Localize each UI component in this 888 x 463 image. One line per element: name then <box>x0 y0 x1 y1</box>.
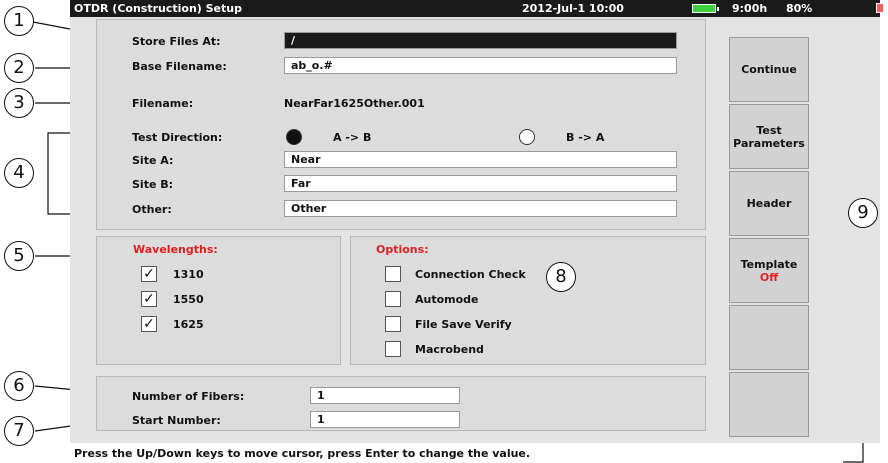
macrobend-checkbox[interactable] <box>385 341 401 357</box>
callout-3: 3 <box>4 88 34 118</box>
callout-2: 2 <box>4 53 34 83</box>
macrobend-label: Macrobend <box>415 343 484 356</box>
window-title: OTDR (Construction) Setup <box>74 2 242 15</box>
callout-4: 4 <box>4 158 34 188</box>
test-parameters-button[interactable]: Test Parameters <box>729 104 809 169</box>
connection-check-label: Connection Check <box>415 268 526 281</box>
callout-7: 7 <box>4 416 34 446</box>
status-bar: OTDR (Construction) Setup 2012-Jul-1 10:… <box>70 0 884 17</box>
wavelength-1550-label: 1550 <box>173 293 204 306</box>
automode-label: Automode <box>415 293 479 306</box>
filename-label: Filename: <box>132 97 194 110</box>
time-remaining: 9:00h <box>732 2 768 15</box>
fibers-panel: Number of Fibers: 1 Start Number: 1 <box>96 376 706 431</box>
help-text: Press the Up/Down keys to move cursor, p… <box>74 447 531 460</box>
callout-6: 6 <box>4 371 34 401</box>
wavelength-1625-checkbox[interactable]: ✓ <box>141 316 157 332</box>
wavelength-1310-label: 1310 <box>173 268 204 281</box>
battery-percent: 80% <box>786 2 813 15</box>
site-b-label: Site B: <box>132 178 174 191</box>
automode-checkbox[interactable] <box>385 291 401 307</box>
wavelengths-label: Wavelengths: <box>133 243 218 256</box>
template-label: Template <box>740 257 798 271</box>
options-label: Options: <box>376 243 429 256</box>
radio-b-to-a-label: B -> A <box>566 131 605 144</box>
datetime: 2012-Jul-1 10:00 <box>522 2 624 15</box>
radio-b-to-a[interactable] <box>519 129 535 145</box>
callout-1: 1 <box>4 6 34 36</box>
continue-button[interactable]: Continue <box>729 37 809 102</box>
continue-label: Continue <box>741 63 797 76</box>
wavelength-1310-checkbox[interactable]: ✓ <box>141 266 157 282</box>
test-parameters-label-line1: Test <box>756 123 782 137</box>
number-of-fibers-field[interactable]: 1 <box>310 387 460 404</box>
header-button[interactable]: Header <box>729 171 809 236</box>
site-a-field[interactable]: Near <box>284 151 677 168</box>
wavelength-1625-label: 1625 <box>173 318 204 331</box>
file-settings-panel: Store Files At: / Base Filename: ab_o.# … <box>96 19 706 230</box>
start-number-label: Start Number: <box>132 414 221 427</box>
store-files-label: Store Files At: <box>132 35 221 48</box>
storage-icon <box>876 3 884 13</box>
base-filename-field[interactable]: ab_o.# <box>284 57 677 74</box>
wavelength-1550-checkbox[interactable]: ✓ <box>141 291 157 307</box>
radio-a-to-b-label: A -> B <box>333 131 372 144</box>
template-button[interactable]: Template Off <box>729 238 809 303</box>
soft-key-5[interactable] <box>729 305 809 370</box>
site-b-field[interactable]: Far <box>284 175 677 192</box>
options-panel: Options: Connection Check Automode File … <box>350 236 706 365</box>
callout-9: 9 <box>848 198 878 228</box>
test-parameters-label-line2: Parameters <box>733 136 805 150</box>
store-files-field[interactable]: / <box>284 32 677 49</box>
site-a-label: Site A: <box>132 154 174 167</box>
callout-5: 5 <box>4 241 34 271</box>
filename-value: NearFar1625Other.001 <box>284 97 425 110</box>
number-of-fibers-label: Number of Fibers: <box>132 390 245 403</box>
file-save-verify-label: File Save Verify <box>415 318 512 331</box>
radio-a-to-b[interactable] <box>286 129 302 145</box>
file-save-verify-checkbox[interactable] <box>385 316 401 332</box>
soft-key-6[interactable] <box>729 372 809 437</box>
battery-icon <box>692 4 719 13</box>
other-label: Other: <box>132 203 172 216</box>
connection-check-checkbox[interactable] <box>385 266 401 282</box>
wavelengths-panel: Wavelengths: ✓ 1310 ✓ 1550 ✓ 1625 <box>96 236 341 365</box>
template-state: Off <box>759 270 779 284</box>
start-number-field[interactable]: 1 <box>310 411 460 428</box>
test-direction-label: Test Direction: <box>132 131 223 144</box>
header-label: Header <box>746 197 792 210</box>
base-filename-label: Base Filename: <box>132 60 227 73</box>
other-field[interactable]: Other <box>284 200 677 217</box>
callout-8: 8 <box>546 262 576 292</box>
